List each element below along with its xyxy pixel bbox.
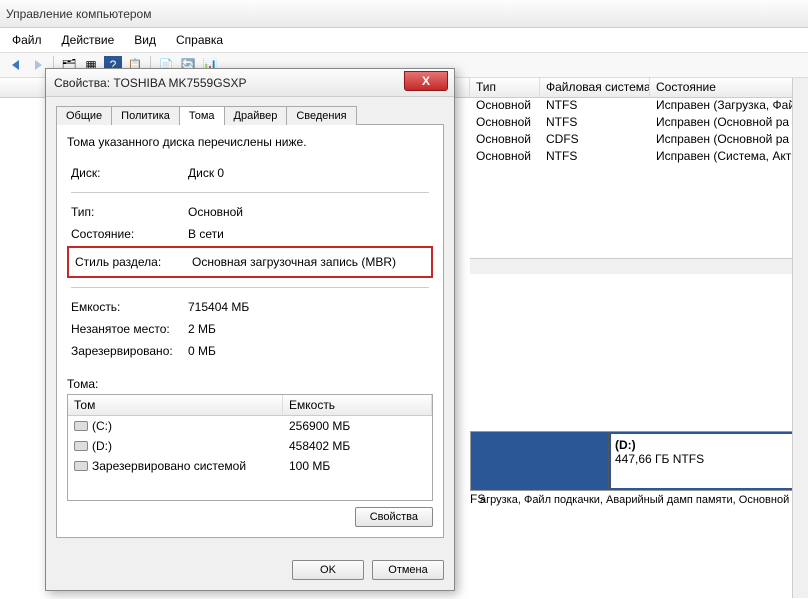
disk-icon xyxy=(74,441,88,451)
main-menu-bar: Файл Действие Вид Справка xyxy=(0,28,808,53)
free-value: 2 МБ xyxy=(186,319,431,339)
cell-state: Исправен (Система, Акт xyxy=(650,149,808,166)
list-item[interactable]: Зарезервировано системой100 МБ xyxy=(68,456,432,476)
cap-label: Емкость: xyxy=(69,297,184,317)
res-label: Зарезервировано: xyxy=(69,341,184,361)
ok-button[interactable]: OK xyxy=(292,560,364,580)
cell-type: Основной xyxy=(470,98,540,115)
tab-panel-volumes: Тома указанного диска перечислены ниже. … xyxy=(56,124,444,538)
cancel-button[interactable]: Отмена xyxy=(372,560,444,580)
menu-view[interactable]: Вид xyxy=(130,32,160,48)
vol-name: Зарезервировано системой xyxy=(68,458,283,474)
cell-fs: NTFS xyxy=(540,98,650,115)
vol-name: (C:) xyxy=(68,418,283,434)
vol-cap: 256900 МБ xyxy=(283,418,356,434)
table-row[interactable]: ОсновнойNTFSИсправен (Основной ра xyxy=(470,115,808,132)
disk-icon xyxy=(74,461,88,471)
table-row[interactable]: ОсновнойNTFSИсправен (Система, Акт xyxy=(470,149,808,166)
grid-header-type[interactable]: Тип xyxy=(470,78,540,97)
disk-icon xyxy=(74,421,88,431)
cell-type: Основной xyxy=(470,132,540,149)
volumes-btn-row: Свойства xyxy=(67,507,433,527)
state-value: В сети xyxy=(186,224,431,244)
type-label: Тип: xyxy=(69,202,184,222)
cell-state: Исправен (Основной ра xyxy=(650,132,808,149)
scrollbar-horizontal-upper[interactable] xyxy=(470,258,792,274)
style-value: Основная загрузочная запись (MBR) xyxy=(190,252,427,272)
back-icon[interactable] xyxy=(7,56,25,74)
cap-value: 715404 МБ xyxy=(186,297,431,317)
main-title: Управление компьютером xyxy=(6,7,151,21)
free-label: Незанятое место: xyxy=(69,319,184,339)
menu-file[interactable]: Файл xyxy=(8,32,46,48)
close-icon[interactable]: X xyxy=(404,71,448,91)
tab-policy[interactable]: Политика xyxy=(111,106,180,125)
grid-header-fs[interactable]: Файловая система xyxy=(540,78,650,97)
volumes-header: Том Емкость xyxy=(68,395,432,416)
vol-name: (D:) xyxy=(68,438,283,454)
volume-properties-button[interactable]: Свойства xyxy=(355,507,433,527)
disk-label: Диск: xyxy=(69,163,184,183)
volumes-table: Том Емкость (C:)256900 МБ(D:)458402 МБЗа… xyxy=(67,394,433,501)
main-titlebar: Управление компьютером xyxy=(0,0,808,28)
vol-cap: 100 МБ xyxy=(283,458,336,474)
grid-body: ОсновнойNTFSИсправен (Загрузка, ФайОснов… xyxy=(470,98,808,166)
scrollbar-vertical[interactable] xyxy=(792,78,808,598)
tab-volumes[interactable]: Тома xyxy=(179,106,225,125)
tab-driver[interactable]: Драйвер xyxy=(224,106,288,125)
tab-details[interactable]: Сведения xyxy=(286,106,356,125)
menu-help[interactable]: Справка xyxy=(172,32,227,48)
list-item[interactable]: (C:)256900 МБ xyxy=(68,416,432,436)
cell-state: Исправен (Загрузка, Фай xyxy=(650,98,808,115)
partition-d-size: 447,66 ГБ NTFS xyxy=(615,452,704,466)
vol-header-name[interactable]: Том xyxy=(68,395,283,415)
cell-state: Исправен (Основной ра xyxy=(650,115,808,132)
state-label: Состояние: xyxy=(69,224,184,244)
dialog-titlebar[interactable]: Свойства: TOSHIBA MK7559GSXP X xyxy=(46,69,454,97)
partition-left xyxy=(471,432,609,490)
disk-value: Диск 0 xyxy=(186,163,431,183)
partition-below-text: агрузка, Файл подкачки, Аварийный дамп п… xyxy=(480,492,808,508)
disk-info-table-2: Емкость:715404 МБ Незанятое место:2 МБ З… xyxy=(67,278,433,363)
properties-dialog: Свойства: TOSHIBA MK7559GSXP X Общие Пол… xyxy=(45,68,455,591)
type-value: Основной xyxy=(186,202,431,222)
panel-intro: Тома указанного диска перечислены ниже. xyxy=(67,135,433,149)
style-label: Стиль раздела: xyxy=(73,252,188,272)
fs-tail: FS xyxy=(470,492,480,508)
table-row[interactable]: ОсновнойCDFSИсправен (Основной ра xyxy=(470,132,808,149)
partition-pane: (D:) 447,66 ГБ NTFS FS агрузка, Файл под… xyxy=(470,431,807,508)
menu-action[interactable]: Действие xyxy=(58,32,119,48)
volumes-label: Тома: xyxy=(67,377,433,391)
dialog-body: Общие Политика Тома Драйвер Сведения Том… xyxy=(46,97,454,550)
dialog-buttons: OK Отмена xyxy=(46,550,454,590)
vol-cap: 458402 МБ xyxy=(283,438,356,454)
partition-d-title: (D:) xyxy=(615,438,636,452)
dialog-title: Свойства: TOSHIBA MK7559GSXP xyxy=(54,76,446,90)
partition-style-highlight: Стиль раздела: Основная загрузочная запи… xyxy=(67,246,433,278)
cell-fs: NTFS xyxy=(540,149,650,166)
partition-d[interactable]: (D:) 447,66 ГБ NTFS xyxy=(609,432,806,490)
volumes-rows: (C:)256900 МБ(D:)458402 МБЗарезервирован… xyxy=(68,416,432,476)
cell-fs: NTFS xyxy=(540,115,650,132)
disk-info-table: Диск:Диск 0 Тип:Основной Состояние:В сет… xyxy=(67,161,433,246)
res-value: 0 МБ xyxy=(186,341,431,361)
tab-general[interactable]: Общие xyxy=(56,106,112,125)
cell-type: Основной xyxy=(470,149,540,166)
list-item[interactable]: (D:)458402 МБ xyxy=(68,436,432,456)
divider xyxy=(71,192,429,193)
grid-header-state[interactable]: Состояние xyxy=(650,78,808,97)
cell-type: Основной xyxy=(470,115,540,132)
divider-2 xyxy=(71,287,429,288)
partition-bar: (D:) 447,66 ГБ NTFS xyxy=(470,431,807,491)
table-row[interactable]: ОсновнойNTFSИсправен (Загрузка, Фай xyxy=(470,98,808,115)
vol-header-cap[interactable]: Емкость xyxy=(283,395,432,415)
cell-fs: CDFS xyxy=(540,132,650,149)
volumes-group: Тома: Том Емкость (C:)256900 МБ(D:)45840… xyxy=(67,377,433,527)
dialog-tabs: Общие Политика Тома Драйвер Сведения xyxy=(56,106,444,125)
